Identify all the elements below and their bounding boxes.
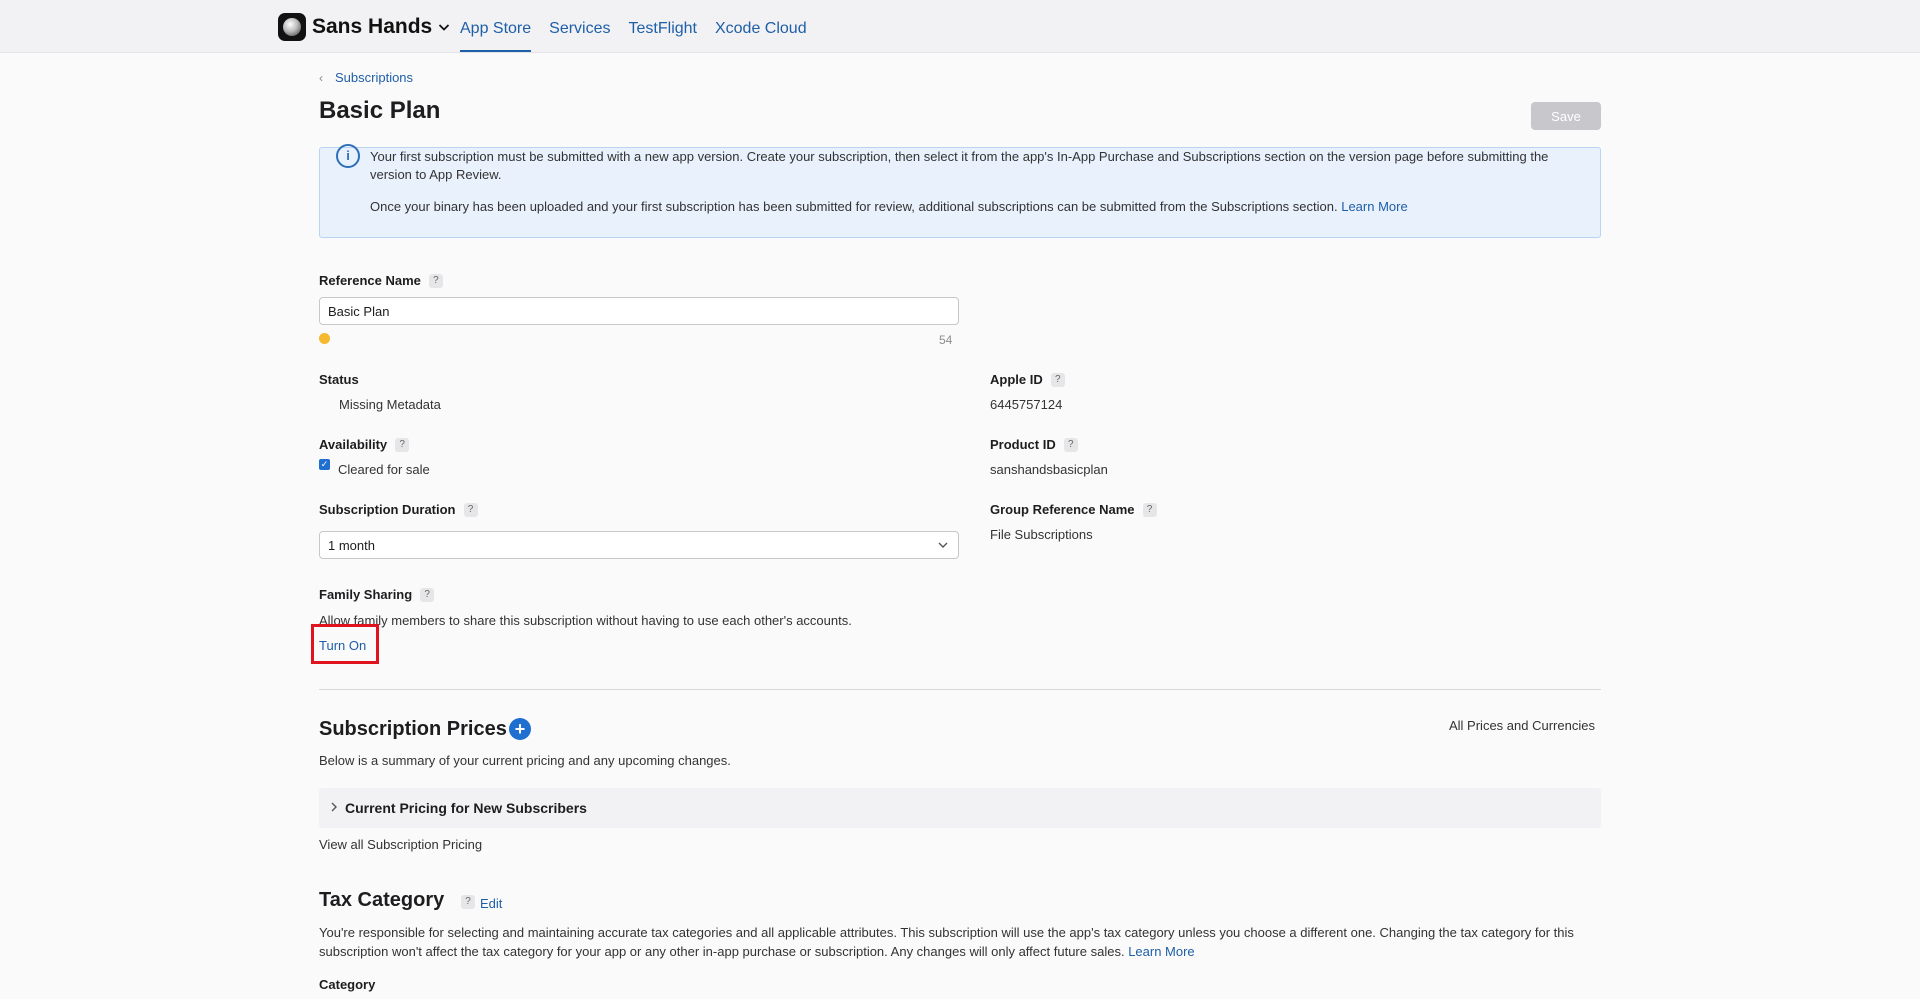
help-icon[interactable]: ? xyxy=(1050,372,1065,387)
info-message-secondary: Once your binary has been uploaded and y… xyxy=(370,199,1408,214)
learn-more-link[interactable]: Learn More xyxy=(1341,199,1407,214)
edit-tax-category-link[interactable]: Edit xyxy=(480,896,502,911)
chevron-right-icon xyxy=(331,802,337,812)
subscription-duration-label: Subscription Duration ? xyxy=(319,502,478,517)
view-all-pricing-link[interactable]: View all Subscription Pricing xyxy=(319,837,482,852)
family-sharing-label-text: Family Sharing xyxy=(319,587,413,602)
breadcrumb[interactable]: ‹ Subscriptions xyxy=(319,70,413,85)
category-label-text: Category xyxy=(319,977,376,992)
product-id-label-text: Product ID xyxy=(990,437,1056,452)
family-sharing-label: Family Sharing ? xyxy=(319,587,435,602)
status-label: Status xyxy=(319,372,359,387)
app-switcher[interactable]: Sans Hands xyxy=(278,13,450,41)
status-value: Missing Metadata xyxy=(339,397,441,412)
subscription-duration-select[interactable]: 1 month xyxy=(319,531,959,559)
category-label: Category xyxy=(319,977,375,992)
reference-name-input[interactable] xyxy=(319,297,959,325)
cleared-for-sale-label: Cleared for sale xyxy=(338,462,430,477)
chevron-down-icon xyxy=(938,542,948,548)
help-icon[interactable]: ? xyxy=(461,895,475,909)
tab-testflight[interactable]: TestFlight xyxy=(629,0,697,50)
tax-category-title: Tax Category xyxy=(319,889,445,911)
availability-label-text: Availability xyxy=(319,437,388,452)
status-label-text: Status xyxy=(319,372,359,387)
help-icon[interactable]: ? xyxy=(1142,502,1157,517)
product-id-value: sanshandsbasicplan xyxy=(990,462,1108,477)
current-pricing-row[interactable]: Current Pricing for New Subscribers xyxy=(319,788,1601,828)
add-price-icon[interactable]: + xyxy=(509,718,531,740)
tax-description-text: You're responsible for selecting and mai… xyxy=(319,925,1574,959)
group-reference-link[interactable]: File Subscriptions xyxy=(990,527,1093,542)
tab-xcode-cloud[interactable]: Xcode Cloud xyxy=(715,0,807,50)
apple-id-value: 6445757124 xyxy=(990,397,1063,412)
subscription-duration-label-text: Subscription Duration xyxy=(319,502,456,517)
help-icon[interactable]: ? xyxy=(463,502,478,517)
pricing-summary: Below is a summary of your current prici… xyxy=(319,753,731,768)
info-icon: i xyxy=(336,144,360,168)
current-pricing-label: Current Pricing for New Subscribers xyxy=(345,800,587,816)
apple-id-label-text: Apple ID xyxy=(990,372,1043,387)
top-navigation-bar: Sans Hands App Store Services TestFlight… xyxy=(0,0,1920,53)
info-message: Your first subscription must be submitte… xyxy=(370,149,1549,182)
app-logo-icon xyxy=(278,13,306,41)
main-nav: App Store Services TestFlight Xcode Clou… xyxy=(460,0,825,52)
status-indicator-icon xyxy=(319,333,330,344)
apple-id-label: Apple ID ? xyxy=(990,372,1065,387)
turn-on-family-sharing-link[interactable]: Turn On xyxy=(319,638,366,653)
info-message-text: Once your binary has been uploaded and y… xyxy=(370,199,1338,214)
cleared-for-sale-checkbox[interactable]: ✓ xyxy=(319,459,330,470)
subscription-prices-title: Subscription Prices xyxy=(319,718,507,740)
tab-app-store[interactable]: App Store xyxy=(460,0,532,52)
help-icon[interactable]: ? xyxy=(395,437,410,452)
breadcrumb-subscriptions[interactable]: Subscriptions xyxy=(335,70,413,85)
help-icon[interactable]: ? xyxy=(420,587,435,602)
product-id-label: Product ID ? xyxy=(990,437,1078,452)
tax-description: You're responsible for selecting and mai… xyxy=(319,923,1601,961)
save-button[interactable]: Save xyxy=(1531,102,1601,130)
character-counter: 54 xyxy=(939,333,953,347)
app-name: Sans Hands xyxy=(312,15,433,38)
section-divider xyxy=(319,689,1601,690)
info-banner: i Your first subscription must be submit… xyxy=(319,144,1601,238)
reference-name-label: Reference Name ? xyxy=(319,273,443,288)
help-icon[interactable]: ? xyxy=(1063,437,1078,452)
reference-name-label-text: Reference Name xyxy=(319,273,421,288)
group-reference-name-label: Group Reference Name ? xyxy=(990,502,1157,517)
family-sharing-description: Allow family members to share this subsc… xyxy=(319,613,852,628)
chevron-left-icon: ‹ xyxy=(319,70,323,85)
group-reference-name-label-text: Group Reference Name xyxy=(990,502,1135,517)
subscription-duration-value: 1 month xyxy=(328,538,375,553)
page-title: Basic Plan xyxy=(319,97,441,124)
chevron-down-icon xyxy=(439,24,450,31)
learn-more-link[interactable]: Learn More xyxy=(1128,944,1194,959)
help-icon[interactable]: ? xyxy=(428,273,443,288)
availability-label: Availability ? xyxy=(319,437,410,452)
tab-services[interactable]: Services xyxy=(549,0,610,50)
all-prices-link[interactable]: All Prices and Currencies xyxy=(1449,718,1595,733)
